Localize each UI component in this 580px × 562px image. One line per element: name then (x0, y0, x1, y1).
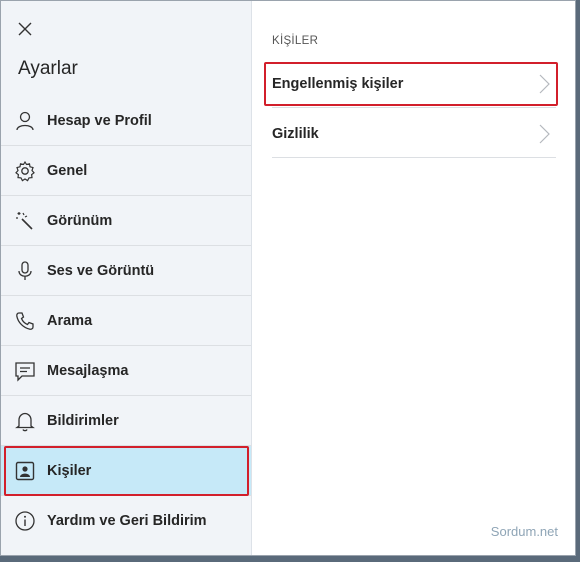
nav-item-label: Görünüm (47, 212, 113, 229)
row-label: Engellenmiş kişiler (272, 75, 404, 92)
nav-item-label: Bildirimler (47, 412, 119, 429)
nav-item-general[interactable]: Genel (1, 146, 251, 196)
nav-item-label: Ses ve Görüntü (47, 262, 155, 279)
info-icon (13, 509, 37, 533)
close-icon (18, 22, 32, 36)
nav-item-audio-video[interactable]: Ses ve Görüntü (1, 246, 251, 296)
magic-wand-icon (13, 209, 37, 233)
phone-icon (13, 309, 37, 333)
bell-icon (13, 409, 37, 433)
nav-item-label: Hesap ve Profil (47, 112, 152, 129)
chevron-right-icon (539, 124, 550, 143)
person-icon (13, 109, 37, 133)
settings-window: Ayarlar Hesap ve Profil Genel Görünüm Se… (0, 0, 576, 556)
message-icon (13, 359, 37, 383)
nav-item-calling[interactable]: Arama (1, 296, 251, 346)
nav-item-label: Kişiler (47, 462, 92, 479)
settings-title: Ayarlar (18, 58, 78, 79)
chevron-right-icon (539, 74, 550, 93)
nav-item-messaging[interactable]: Mesajlaşma (1, 346, 251, 396)
settings-nav: Hesap ve Profil Genel Görünüm Ses ve Gör… (1, 96, 251, 546)
gear-icon (13, 159, 37, 183)
nav-item-label: Arama (47, 312, 93, 329)
close-button[interactable] (15, 19, 35, 39)
watermark: Sordum.net (490, 524, 558, 539)
nav-item-notifications[interactable]: Bildirimler (1, 396, 251, 446)
nav-item-label: Yardım ve Geri Bildirim (47, 513, 207, 529)
nav-item-help-feedback[interactable]: Yardım ve Geri Bildirim (1, 496, 251, 546)
row-label: Gizlilik (272, 125, 319, 142)
nav-item-appearance[interactable]: Görünüm (1, 196, 251, 246)
nav-item-account-profile[interactable]: Hesap ve Profil (1, 96, 251, 146)
settings-sidebar: Ayarlar Hesap ve Profil Genel Görünüm Se… (1, 1, 252, 555)
section-title: KİŞİLER (272, 35, 319, 47)
microphone-icon (13, 259, 37, 283)
settings-content: KİŞİLER Engellenmiş kişiler Gizlilik Sor… (252, 1, 575, 555)
nav-item-label: Mesajlaşma (47, 362, 129, 379)
contact-card-icon (13, 459, 37, 483)
privacy-row[interactable]: Gizlilik (272, 110, 556, 158)
nav-item-contacts[interactable]: Kişiler (1, 446, 251, 496)
nav-item-label: Genel (47, 162, 88, 179)
blocked-contacts-row[interactable]: Engellenmiş kişiler (264, 60, 558, 108)
